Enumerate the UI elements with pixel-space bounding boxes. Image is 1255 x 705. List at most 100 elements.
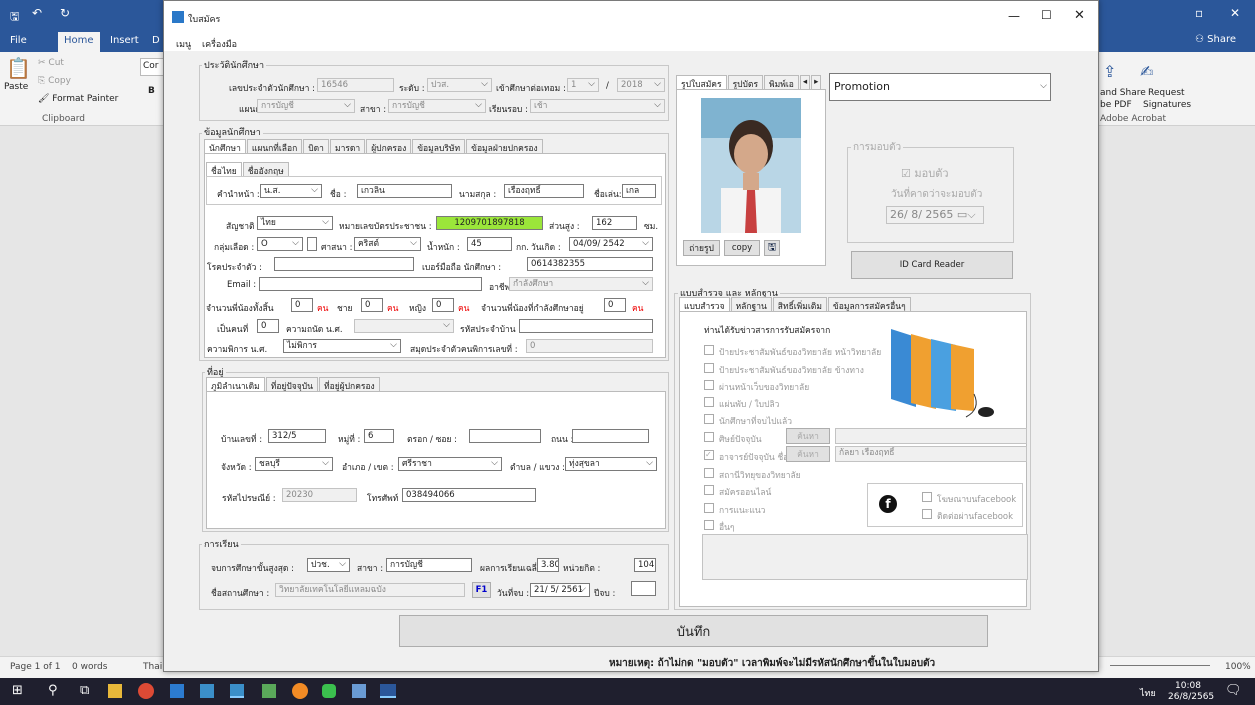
prefix-select[interactable]: น.ส. [260, 184, 322, 198]
siblings-study-input[interactable]: 0 [604, 298, 626, 312]
tab-english-name[interactable]: ชื่ออังกฤษ [242, 162, 289, 177]
app-icon[interactable] [170, 684, 184, 698]
paste-icon[interactable]: 📋 [6, 56, 31, 80]
weight-input[interactable]: 45 [467, 237, 512, 251]
major-select[interactable]: การบัญชี [388, 99, 486, 113]
cut-button[interactable]: ✂ Cut [38, 58, 64, 68]
round-select[interactable]: เช้า [530, 99, 665, 113]
skill-select[interactable] [354, 319, 454, 333]
option-checkbox-2[interactable] [704, 363, 714, 373]
mobile-input[interactable]: 0614382355 [527, 257, 653, 271]
siblings-input[interactable]: 0 [291, 298, 313, 312]
option-checkbox-3[interactable] [704, 380, 714, 390]
bold-button[interactable]: B [148, 86, 155, 96]
end-date[interactable]: 21/ 5/ 2561 [530, 583, 590, 597]
id-card-reader-button[interactable]: ID Card Reader [851, 251, 1013, 279]
blood-select[interactable]: O [257, 237, 303, 251]
blood-rh-box[interactable] [307, 237, 317, 251]
save-photo-icon[interactable]: 🖫 [764, 240, 780, 256]
word-icon[interactable] [380, 684, 396, 698]
tab-survey[interactable]: แบบสำรวจ [679, 297, 730, 312]
undo-icon[interactable]: ↶ [32, 6, 42, 20]
surname-input[interactable]: เรืองฤทธิ์ [504, 184, 584, 198]
name-input[interactable]: เกวลิน [357, 184, 452, 198]
close-button[interactable]: ✕ [1074, 8, 1085, 23]
take-photo-button[interactable]: ถ่ายรูป [683, 240, 720, 256]
nickname-input[interactable]: เกล [622, 184, 656, 198]
zoom-slider[interactable] [1110, 665, 1210, 666]
phone-input[interactable]: 038494066 [402, 488, 536, 502]
email-input[interactable] [259, 277, 482, 291]
ime-indicator[interactable]: ไทย [1140, 686, 1156, 700]
tab-guardian-address[interactable]: ที่อยู่ผู้ปกครอง [318, 377, 380, 392]
tab-student[interactable]: นักศึกษา [204, 139, 246, 154]
dept-select[interactable]: การบัญชี [257, 99, 355, 113]
tab-other-info[interactable]: ข้อมูลการสมัครอื่นๆ [827, 297, 911, 312]
house-no-input[interactable]: 312/5 [268, 429, 326, 443]
nationality-select[interactable]: ไทย [257, 216, 333, 230]
height-input[interactable]: 162 [592, 216, 637, 230]
windows-start-icon[interactable]: ⊞ [12, 683, 23, 698]
female-input[interactable]: 0 [432, 298, 454, 312]
fb-contact-checkbox[interactable] [922, 509, 932, 519]
save-button[interactable]: บันทึก [399, 615, 988, 647]
tab-scroll-left[interactable]: ◂ [799, 75, 811, 89]
search-alumni-button[interactable]: ค้นหา [786, 428, 830, 444]
line-icon[interactable] [322, 684, 336, 698]
tab-design[interactable]: D [152, 35, 160, 46]
tool-icon[interactable] [352, 684, 366, 698]
close-icon[interactable]: ✕ [1230, 6, 1240, 20]
option-checkbox-8[interactable] [704, 468, 714, 478]
minimize-button[interactable]: — [1008, 9, 1020, 23]
other-source-textarea[interactable] [702, 534, 1028, 580]
tab-card-photo[interactable]: รูปบัตร [727, 75, 764, 90]
report-checkbox[interactable]: ☑ มอบตัว [901, 164, 949, 182]
browser-icon[interactable] [292, 683, 308, 699]
tab-thai-name[interactable]: ชื่อไทย [206, 162, 242, 177]
alley-input[interactable] [469, 429, 541, 443]
term-select[interactable]: 1 [567, 78, 599, 92]
maximize-button[interactable]: ☐ [1041, 8, 1052, 22]
tab-current-address[interactable]: ที่อยู่ปัจจุบัน [265, 377, 318, 392]
grad-year-input[interactable] [631, 581, 656, 596]
tab-father[interactable]: บิดา [303, 139, 329, 154]
tab-print[interactable]: พิมพ์เอ [764, 75, 799, 90]
amphoe-select[interactable]: ศรีราชา [398, 457, 502, 471]
registration-app-active-icon[interactable] [230, 684, 244, 698]
option-checkbox-1[interactable] [704, 345, 714, 355]
religion-select[interactable]: คริสต์ [354, 237, 421, 251]
search-teacher-button[interactable]: ค้นหา [786, 446, 830, 462]
child-order-input[interactable]: 0 [257, 319, 279, 333]
format-painter-button[interactable]: 🖌 Format Painter [38, 94, 118, 104]
school-input[interactable]: วิทยาลัยเทคโนโลยีแหลมฉบัง [275, 583, 465, 597]
copy-button[interactable]: ⎘ Copy [38, 76, 71, 86]
student-id-field[interactable]: 16546 [317, 78, 394, 92]
year-select[interactable]: 2018 [617, 78, 665, 92]
male-input[interactable]: 0 [361, 298, 383, 312]
tab-selected-dept[interactable]: แผนกที่เลือก [246, 139, 303, 154]
file-explorer-icon[interactable] [108, 684, 122, 698]
road-input[interactable] [572, 429, 649, 443]
paint-icon[interactable] [262, 684, 276, 698]
registration-app-icon[interactable] [200, 684, 214, 698]
tab-scroll-right[interactable]: ▸ [811, 75, 822, 89]
font-name-box[interactable]: Cor [140, 58, 164, 76]
disability-card-input[interactable]: 0 [526, 339, 653, 353]
idcard-input[interactable]: 1209701897818 [436, 216, 543, 230]
save-icon[interactable]: 🖫 [10, 8, 19, 27]
graduated-select[interactable]: ปวช. [307, 558, 350, 572]
tab-mother[interactable]: มารดา [329, 139, 366, 154]
tab-home[interactable]: Home [58, 32, 100, 52]
task-view-icon[interactable]: ⧉ [80, 683, 89, 698]
tab-hometown[interactable]: ภูมิลำเนาเดิม [206, 377, 265, 392]
disease-input[interactable] [274, 257, 414, 271]
menu-main[interactable]: เมนู [176, 37, 191, 51]
request-signature-icon[interactable]: ✍ [1140, 62, 1153, 81]
tab-evidence[interactable]: หลักฐาน [730, 297, 772, 312]
tab-company[interactable]: ข้อมูลบริษัท [412, 139, 466, 154]
notification-icon[interactable]: 🗨 [1225, 683, 1242, 698]
option-checkbox-4[interactable] [704, 397, 714, 407]
credit-input[interactable]: 104 [634, 558, 656, 572]
tab-application-photo[interactable]: รูปใบสมัคร [676, 75, 727, 90]
option-checkbox-11[interactable] [704, 520, 714, 530]
